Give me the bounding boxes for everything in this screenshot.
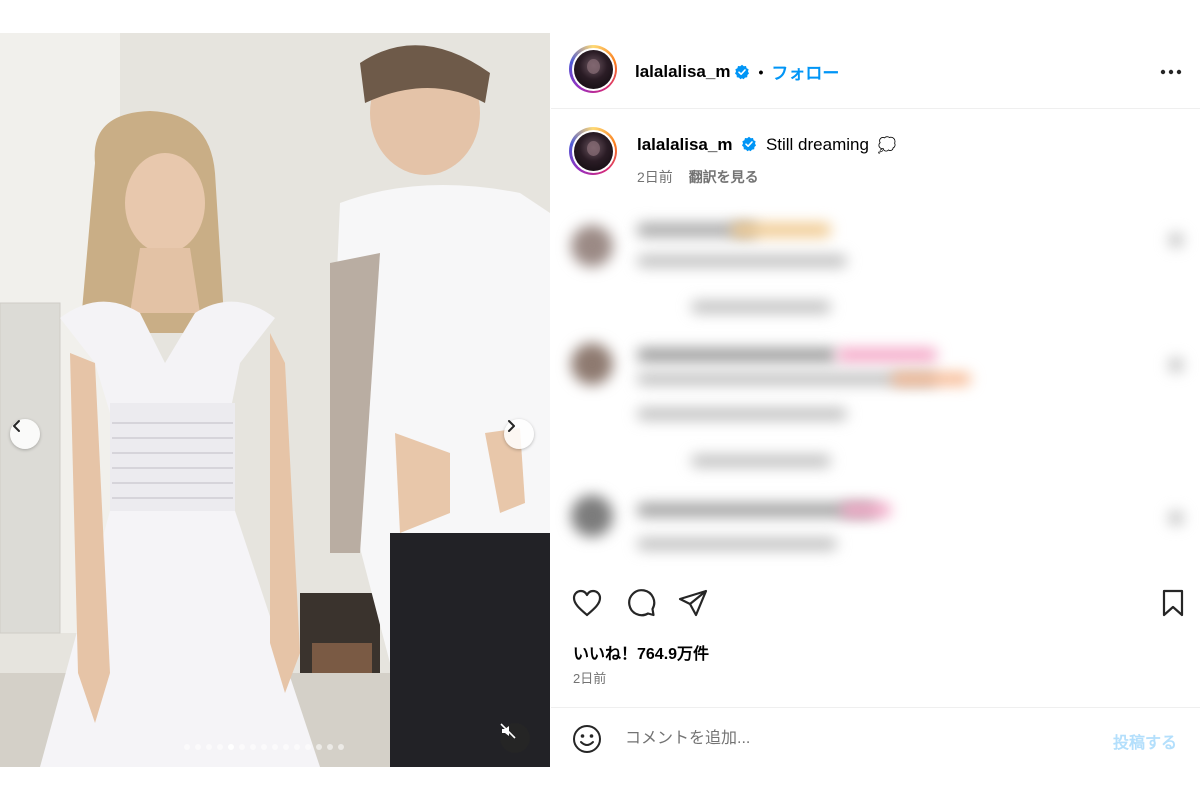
instagram-post-view: lalalalisa_m • フォロー lalalalisa_m Still d…: [0, 0, 1200, 800]
carousel-dot: [283, 744, 289, 750]
comment-placeholder: [1169, 233, 1183, 247]
more-options-button[interactable]: [1159, 60, 1183, 84]
carousel-dot: [316, 744, 322, 750]
comment-icon: [628, 589, 656, 617]
caption-line: lalalalisa_m Still dreaming 💭: [637, 135, 896, 155]
comment-avatar: [571, 495, 613, 537]
comment-placeholder: [841, 503, 891, 517]
post-comment-button[interactable]: 投稿する: [1113, 729, 1177, 753]
carousel-dot: [206, 744, 212, 750]
comment-placeholder: [637, 255, 847, 267]
share-button[interactable]: [677, 587, 709, 619]
comment-input[interactable]: [625, 726, 1085, 752]
post-photo: [0, 33, 550, 767]
carousel-next-button[interactable]: [504, 419, 534, 449]
header-separator: •: [758, 63, 764, 80]
comments-list[interactable]: [551, 203, 1200, 583]
post-media[interactable]: [0, 33, 550, 767]
carousel-dot: [250, 744, 256, 750]
like-count[interactable]: いいね！764.9万件: [573, 640, 709, 664]
bookmark-icon: [1162, 589, 1184, 617]
post-header: lalalalisa_m • フォロー: [551, 33, 1200, 109]
verified-badge-icon: [735, 64, 750, 79]
emoji-icon: [573, 725, 601, 753]
carousel-dot: [327, 744, 333, 750]
comment-placeholder: [691, 455, 831, 467]
comment-placeholder: [637, 538, 837, 550]
caption-emoji: 💭: [877, 137, 897, 154]
follow-button[interactable]: フォロー: [771, 59, 839, 84]
comment-placeholder: [837, 348, 937, 362]
caption-timestamp: 2日前: [637, 169, 673, 185]
caption-avatar[interactable]: [569, 127, 617, 175]
comment-avatar: [571, 225, 613, 267]
caption-text: Still dreaming: [765, 135, 869, 154]
comment-composer: 投稿する: [551, 707, 1200, 767]
verified-badge-icon: [742, 136, 757, 152]
carousel-dot: [261, 744, 267, 750]
carousel-dot: [239, 744, 245, 750]
chevron-left-icon: [13, 420, 20, 432]
carousel-indicator: [184, 744, 344, 750]
heart-icon: [572, 589, 602, 617]
save-button[interactable]: [1157, 587, 1189, 619]
like-button[interactable]: [571, 587, 603, 619]
carousel-dot: [338, 744, 344, 750]
mute-toggle-button[interactable]: [500, 723, 530, 753]
comment-avatar: [571, 343, 613, 385]
translate-link[interactable]: 翻訳を見る: [689, 169, 759, 185]
caption-username[interactable]: lalalalisa_m: [637, 135, 732, 154]
carousel-prev-button[interactable]: [10, 419, 40, 449]
author-info: lalalalisa_m • フォロー: [635, 59, 839, 84]
carousel-dot: [184, 744, 190, 750]
chevron-right-icon: [508, 420, 515, 432]
author-username[interactable]: lalalalisa_m: [635, 62, 730, 82]
muted-speaker-icon: [500, 723, 516, 739]
more-options-icon: [1160, 69, 1182, 75]
comment-placeholder: [731, 223, 831, 237]
carousel-dot: [217, 744, 223, 750]
post-side-panel: lalalalisa_m • フォロー lalalalisa_m Still d…: [551, 33, 1200, 767]
author-avatar[interactable]: [569, 45, 617, 93]
comment-placeholder: [1169, 511, 1183, 525]
post-actions: [551, 581, 1200, 621]
comment-placeholder: [691, 301, 831, 313]
comment-placeholder: [891, 373, 971, 385]
carousel-dot: [294, 744, 300, 750]
carousel-dot: [272, 744, 278, 750]
comment-button[interactable]: [625, 587, 657, 619]
carousel-dot: [305, 744, 311, 750]
post-timestamp: 2日前: [573, 671, 607, 686]
caption-meta: 2日前 翻訳を見る: [637, 167, 759, 187]
comment-placeholder: [1169, 358, 1183, 372]
share-icon: [678, 589, 708, 617]
comment-placeholder: [637, 408, 847, 420]
emoji-button[interactable]: [571, 723, 603, 755]
carousel-dot: [195, 744, 201, 750]
comment-placeholder: [637, 348, 837, 362]
carousel-dot-active: [228, 744, 234, 750]
